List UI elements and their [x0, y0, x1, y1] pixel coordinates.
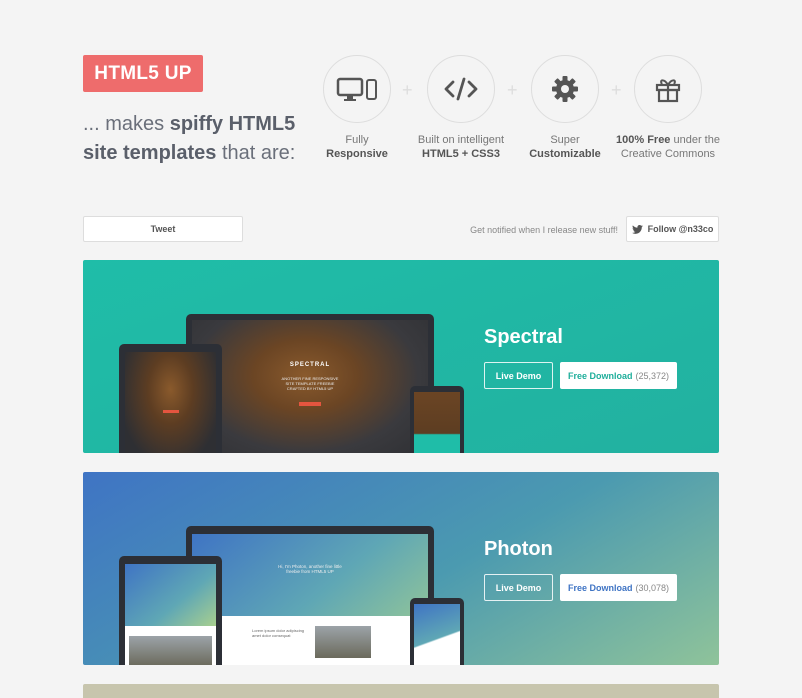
preview-title: Hi, I'm Photon, another fine little free… [278, 564, 342, 574]
tagline-prefix: ... makes [83, 113, 170, 135]
feature-line2: Creative Commons [620, 148, 716, 160]
live-demo-button[interactable]: Live Demo [484, 574, 553, 601]
feature-line2: Customizable [529, 148, 601, 160]
feature-line1: Built on intelligent [417, 134, 505, 146]
free-download-button[interactable]: Free Download (30,078) [560, 574, 677, 601]
preview-subtitle: ANOTHER FINE RESPONSIVE SITE TEMPLATE FR… [281, 376, 339, 391]
desktop-mobile-icon [323, 55, 391, 123]
template-card-spectral: SPECTRAL ANOTHER FINE RESPONSIVE SITE TE… [83, 260, 719, 453]
live-demo-button[interactable]: Live Demo [484, 362, 553, 389]
feature-line1-rest: under the [670, 134, 720, 146]
twitter-icon [631, 224, 643, 234]
preview-subtitle: Lorem ipsum dolor adipiscing amet dolor … [252, 628, 305, 638]
preview-title: SPECTRAL [289, 362, 331, 368]
feature-line1: Fully [345, 134, 369, 146]
gear-icon [531, 55, 599, 123]
feature-customizable: Super Customizable [510, 55, 620, 161]
tagline-bold-1: spiffy HTML5 [169, 113, 296, 135]
follow-button[interactable]: Follow @n33co [626, 216, 719, 242]
gift-icon [634, 55, 702, 123]
feature-line1-bold: 100% Free [616, 134, 671, 146]
tagline-bold-2: site templates [83, 142, 217, 164]
preview-tablet [119, 556, 222, 665]
download-label: Free Download [567, 370, 633, 381]
feature-responsive: Fully Responsive [302, 55, 412, 161]
download-label: Free Download [567, 582, 633, 593]
tagline: ... makes spiffy HTML5 site templates th… [83, 110, 295, 168]
feature-free: 100% Free under the Creative Commons [613, 55, 723, 161]
feature-line2: HTML5 + CSS3 [422, 148, 500, 160]
code-icon [427, 55, 495, 123]
follow-label: Follow @n33co [647, 224, 714, 234]
preview-desktop: Hi, I'm Photon, another fine little free… [186, 526, 434, 665]
preview-phone [410, 598, 464, 665]
feature-line2: Responsive [326, 148, 388, 160]
site-logo[interactable]: HTML5 UP [83, 55, 203, 92]
template-card-photon: Hi, I'm Photon, another fine little free… [83, 472, 719, 665]
tweet-button[interactable]: Tweet [83, 216, 243, 242]
feature-line1: Super [550, 134, 580, 146]
download-count: (25,372) [635, 370, 670, 381]
tagline-suffix: that are: [216, 142, 296, 164]
preview-tablet [119, 344, 222, 453]
feature-html5: Built on intelligent HTML5 + CSS3 [406, 55, 516, 161]
template-title: Photon [484, 538, 553, 560]
free-download-button[interactable]: Free Download (25,372) [560, 362, 677, 389]
preview-phone [410, 386, 464, 453]
template-title: Spectral [484, 326, 563, 348]
template-card-next [83, 684, 719, 698]
notify-text: Get notified when I release new stuff! [470, 225, 618, 235]
preview-desktop: SPECTRAL ANOTHER FINE RESPONSIVE SITE TE… [186, 314, 434, 453]
download-count: (30,078) [635, 582, 670, 593]
